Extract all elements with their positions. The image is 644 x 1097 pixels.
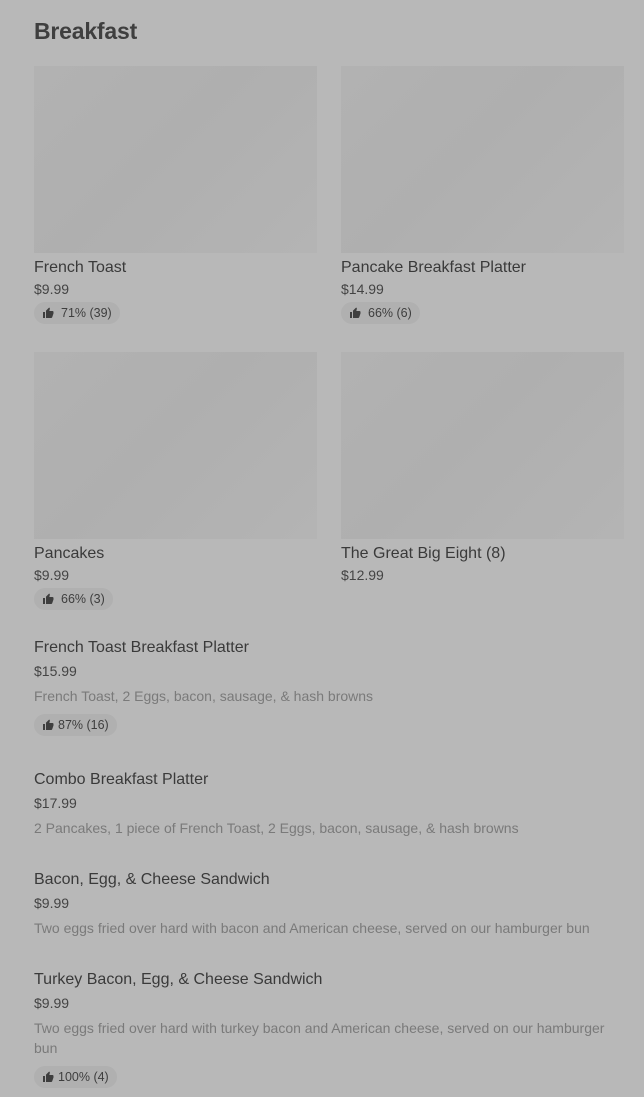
menu-item-price: $9.99: [34, 995, 70, 1011]
menu-item-card[interactable]: French Toast $9.99 71% (39): [34, 66, 317, 324]
menu-item-card[interactable]: Pancake Breakfast Platter $14.99 66% (6): [341, 66, 624, 324]
menu-item-card[interactable]: Pancakes $9.99 66% (3): [34, 352, 317, 610]
rating-text: 100% (4): [58, 1070, 109, 1084]
rating-badge: 71% (39): [34, 302, 120, 324]
thumbs-up-icon: [43, 307, 54, 318]
menu-item-description: Two eggs fried over hard with bacon and …: [34, 920, 590, 936]
menu-list-item[interactable]: Bacon, Egg, & Cheese Sandwich $9.99 Two …: [34, 870, 624, 938]
menu-item-name: Pancakes: [34, 545, 105, 562]
menu-item-price: $9.99: [34, 567, 70, 583]
menu-list-item[interactable]: French Toast Breakfast Platter $15.99 Fr…: [34, 638, 624, 736]
menu-item-price: $12.99: [341, 567, 384, 583]
menu-item-description: Two eggs fried over hard with turkey bac…: [34, 1020, 605, 1056]
menu-item-name: Turkey Bacon, Egg, & Cheese Sandwich: [34, 971, 323, 988]
menu-item-name: French Toast Breakfast Platter: [34, 639, 249, 656]
menu-item-name: French Toast: [34, 259, 127, 276]
menu-item-price: $15.99: [34, 663, 77, 679]
menu-item-card[interactable]: The Great Big Eight (8) $12.99: [341, 352, 624, 584]
thumbs-up-icon: [350, 307, 361, 318]
menu-item-price: $14.99: [341, 281, 384, 297]
menu-item-image-placeholder[interactable]: [341, 66, 624, 253]
rating-badge: 100% (4): [34, 1066, 117, 1088]
thumbs-up-icon: [43, 719, 54, 730]
menu-item-price: $9.99: [34, 281, 70, 297]
rating-text: 66% (6): [368, 306, 412, 320]
rating-text: 71% (39): [61, 306, 112, 320]
menu-item-image-placeholder[interactable]: [341, 352, 624, 539]
menu-item-image-placeholder[interactable]: [34, 352, 317, 539]
menu-item-name: Combo Breakfast Platter: [34, 771, 209, 788]
menu-item-name: The Great Big Eight (8): [341, 545, 506, 562]
menu-item-price: $9.99: [34, 895, 70, 911]
menu-item-name: Pancake Breakfast Platter: [341, 259, 526, 276]
rating-text: 66% (3): [61, 592, 105, 606]
menu-list-item[interactable]: Turkey Bacon, Egg, & Cheese Sandwich $9.…: [34, 970, 624, 1088]
rating-badge: 66% (6): [341, 302, 420, 324]
menu-item-price: $17.99: [34, 795, 77, 811]
menu-item-description: French Toast, 2 Eggs, bacon, sausage, & …: [34, 688, 374, 704]
thumbs-up-icon: [43, 1071, 54, 1082]
rating-badge: 66% (3): [34, 588, 113, 610]
rating-text: 87% (16): [58, 718, 109, 732]
menu-list-item[interactable]: Combo Breakfast Platter $17.99 2 Pancake…: [34, 770, 624, 838]
section-title: Breakfast: [34, 18, 138, 44]
menu-item-description: 2 Pancakes, 1 piece of French Toast, 2 E…: [34, 820, 519, 836]
menu-item-name: Bacon, Egg, & Cheese Sandwich: [34, 871, 270, 888]
thumbs-up-icon: [43, 593, 54, 604]
rating-badge: 87% (16): [34, 714, 117, 736]
menu-item-image-placeholder[interactable]: [34, 66, 317, 253]
